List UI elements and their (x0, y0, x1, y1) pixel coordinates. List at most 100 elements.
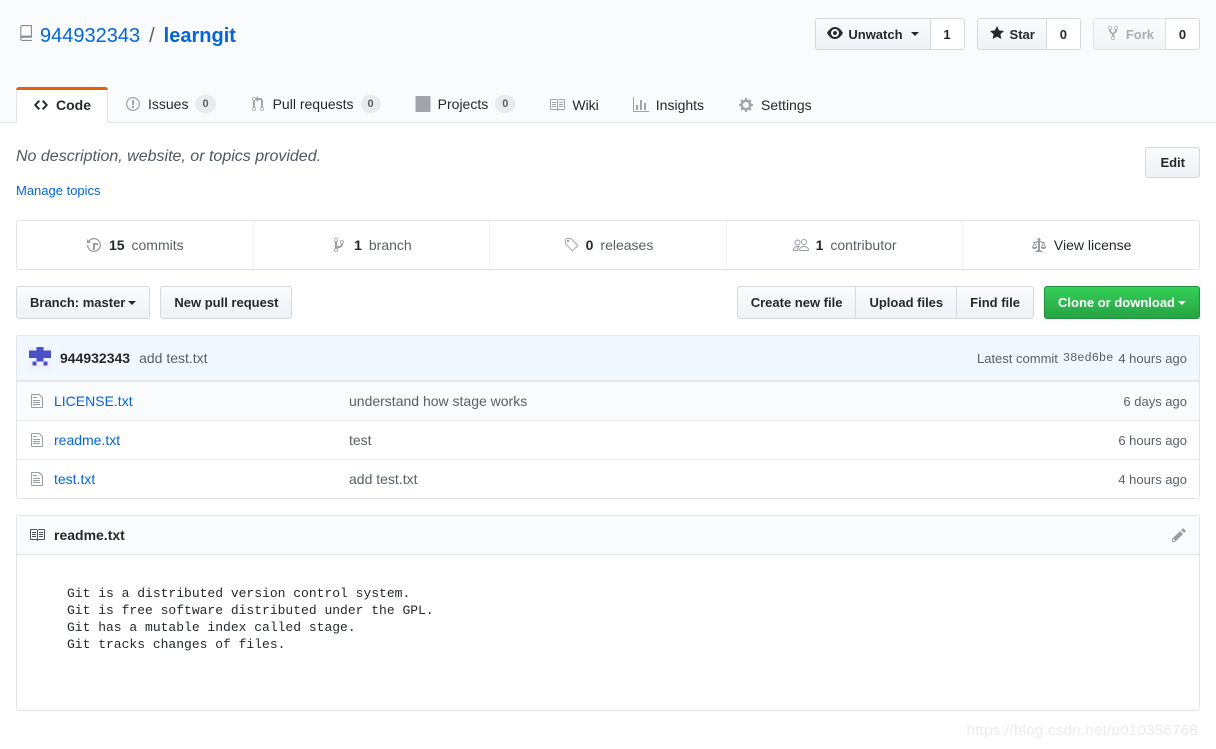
file-commit-message[interactable]: test (349, 432, 1118, 448)
readme-body: Git is a distributed version control sys… (17, 555, 1199, 710)
tab-code[interactable]: Code (16, 87, 108, 123)
repository-toolbar: Branch: master New pull request Create n… (16, 286, 1200, 319)
history-icon (86, 237, 102, 253)
tab-projects[interactable]: Projects 0 (398, 85, 533, 123)
fork-label: Fork (1125, 26, 1154, 42)
file-name-cell: readme.txt (29, 432, 349, 448)
tab-issues[interactable]: Issues 0 (108, 85, 233, 123)
file-link[interactable]: LICENSE.txt (54, 393, 133, 409)
fork-button-group: Fork 0 (1092, 18, 1200, 50)
stat-license[interactable]: View license (963, 221, 1199, 269)
toolbar-right-group: Create new file Upload files Find file C… (736, 286, 1200, 319)
latest-commit-age: 4 hours ago (1118, 350, 1187, 366)
repository-description: No description, website, or topics provi… (16, 148, 322, 165)
pencil-icon[interactable] (1171, 527, 1187, 543)
create-new-file-button[interactable]: Create new file (736, 286, 857, 319)
new-pull-request-button[interactable]: New pull request (160, 286, 293, 319)
latest-commit-meta: Latest commit 38ed6be 4 hours ago (977, 351, 1187, 366)
repository-breadcrumb: 944932343 / learngit (16, 18, 236, 48)
unwatch-button[interactable]: Unwatch (815, 18, 931, 50)
star-button-group: Star 0 (976, 18, 1081, 50)
star-button[interactable]: Star (976, 18, 1047, 50)
tab-projects-count: 0 (495, 95, 516, 113)
tab-insights-label: Insights (655, 97, 705, 113)
repo-separator: / (149, 25, 155, 47)
repository-social-actions: Unwatch 1 Star 0 Fork 0 (815, 18, 1200, 50)
tab-pull-requests[interactable]: Pull requests 0 (233, 85, 398, 123)
find-file-button[interactable]: Find file (957, 286, 1034, 319)
clone-or-download-button[interactable]: Clone or download (1044, 286, 1200, 319)
clone-or-download-label: Clone or download (1058, 295, 1175, 310)
tag-icon (563, 237, 579, 253)
graph-bar-icon (632, 97, 649, 113)
tab-pull-requests-count: 0 (360, 95, 381, 113)
tab-projects-label: Projects (437, 96, 489, 112)
file-commit-message[interactable]: understand how stage works (349, 393, 1123, 409)
eye-icon (827, 25, 844, 44)
star-icon (989, 25, 1005, 44)
gear-icon (738, 97, 754, 113)
manage-topics-link[interactable]: Manage topics (16, 183, 321, 198)
edit-description-button[interactable]: Edit (1145, 147, 1200, 178)
file-age: 6 days ago (1123, 393, 1187, 409)
file-text-icon (29, 471, 45, 487)
people-icon (792, 237, 809, 253)
file-link[interactable]: readme.txt (54, 432, 120, 448)
fork-icon (1105, 25, 1121, 44)
latest-commit-sha[interactable]: 38ed6be (1063, 351, 1113, 365)
file-link[interactable]: test.txt (54, 471, 95, 487)
readme-title: readme.txt (29, 527, 125, 543)
book-icon (549, 97, 566, 113)
latest-commit-author[interactable]: 944932343 (60, 350, 130, 366)
branch-selector-button[interactable]: Branch: master (16, 286, 151, 319)
file-name-cell: LICENSE.txt (29, 393, 349, 409)
stat-commits-count: 15 (108, 237, 125, 253)
stat-branches-label: branch (368, 237, 412, 253)
latest-commit-message[interactable]: add test.txt (139, 350, 207, 366)
stat-commits[interactable]: 15 commits (17, 221, 254, 269)
repo-owner-link[interactable]: 944932343 (40, 24, 140, 48)
chevron-down-icon (128, 300, 137, 305)
file-browser: 944932343 add test.txt Latest commit 38e… (16, 335, 1200, 499)
table-row[interactable]: test.txt add test.txt 4 hours ago (17, 459, 1199, 498)
stat-contributors[interactable]: 1 contributor (727, 221, 964, 269)
repo-name-link[interactable]: learngit (164, 24, 236, 48)
readme-panel: readme.txt Git is a distributed version … (16, 515, 1200, 711)
stat-branches[interactable]: 1 branch (254, 221, 491, 269)
issue-opened-icon (125, 96, 141, 112)
star-label: Star (1009, 26, 1035, 42)
fork-button[interactable]: Fork (1092, 18, 1166, 50)
tab-wiki[interactable]: Wiki (532, 87, 615, 123)
repository-header: 944932343 / learngit Unwatch 1 Star 0 Fo… (0, 0, 1216, 123)
file-text-icon (29, 393, 45, 409)
stat-commits-label: commits (131, 237, 184, 253)
tab-wiki-label: Wiki (572, 97, 599, 113)
file-commit-message[interactable]: add test.txt (349, 471, 1118, 487)
book-icon (29, 527, 45, 543)
table-row[interactable]: readme.txt test 6 hours ago (17, 420, 1199, 459)
repository-description-block: No description, website, or topics provi… (16, 147, 321, 198)
latest-commit-bar: 944932343 add test.txt Latest commit 38e… (17, 336, 1199, 381)
watch-count[interactable]: 1 (930, 18, 965, 50)
project-board-icon (415, 96, 431, 112)
latest-commit-info: 944932343 add test.txt (29, 347, 208, 369)
git-pull-request-icon (250, 96, 266, 112)
unwatch-label: Unwatch (848, 26, 903, 42)
identicon-avatar (29, 347, 51, 369)
file-actions-group: Create new file Upload files Find file (736, 286, 1034, 319)
readme-header: readme.txt (17, 516, 1199, 555)
main-content: No description, website, or topics provi… (0, 123, 1216, 711)
tab-settings[interactable]: Settings (721, 87, 829, 123)
stat-releases[interactable]: 0 releases (490, 221, 727, 269)
repository-title-row: 944932343 / learngit Unwatch 1 Star 0 Fo… (16, 18, 1200, 50)
fork-count[interactable]: 0 (1166, 18, 1200, 50)
table-row[interactable]: LICENSE.txt understand how stage works 6… (17, 381, 1199, 420)
upload-files-button[interactable]: Upload files (856, 286, 958, 319)
tab-issues-count: 0 (195, 95, 216, 113)
file-age: 6 hours ago (1118, 432, 1187, 448)
star-count[interactable]: 0 (1046, 18, 1081, 50)
repository-nav: Code Issues 0 Pull requests 0 Projects 0 (16, 85, 829, 123)
stat-license-label: View license (1053, 237, 1132, 253)
tab-insights[interactable]: Insights (616, 87, 721, 123)
stat-releases-count: 0 (585, 237, 594, 253)
